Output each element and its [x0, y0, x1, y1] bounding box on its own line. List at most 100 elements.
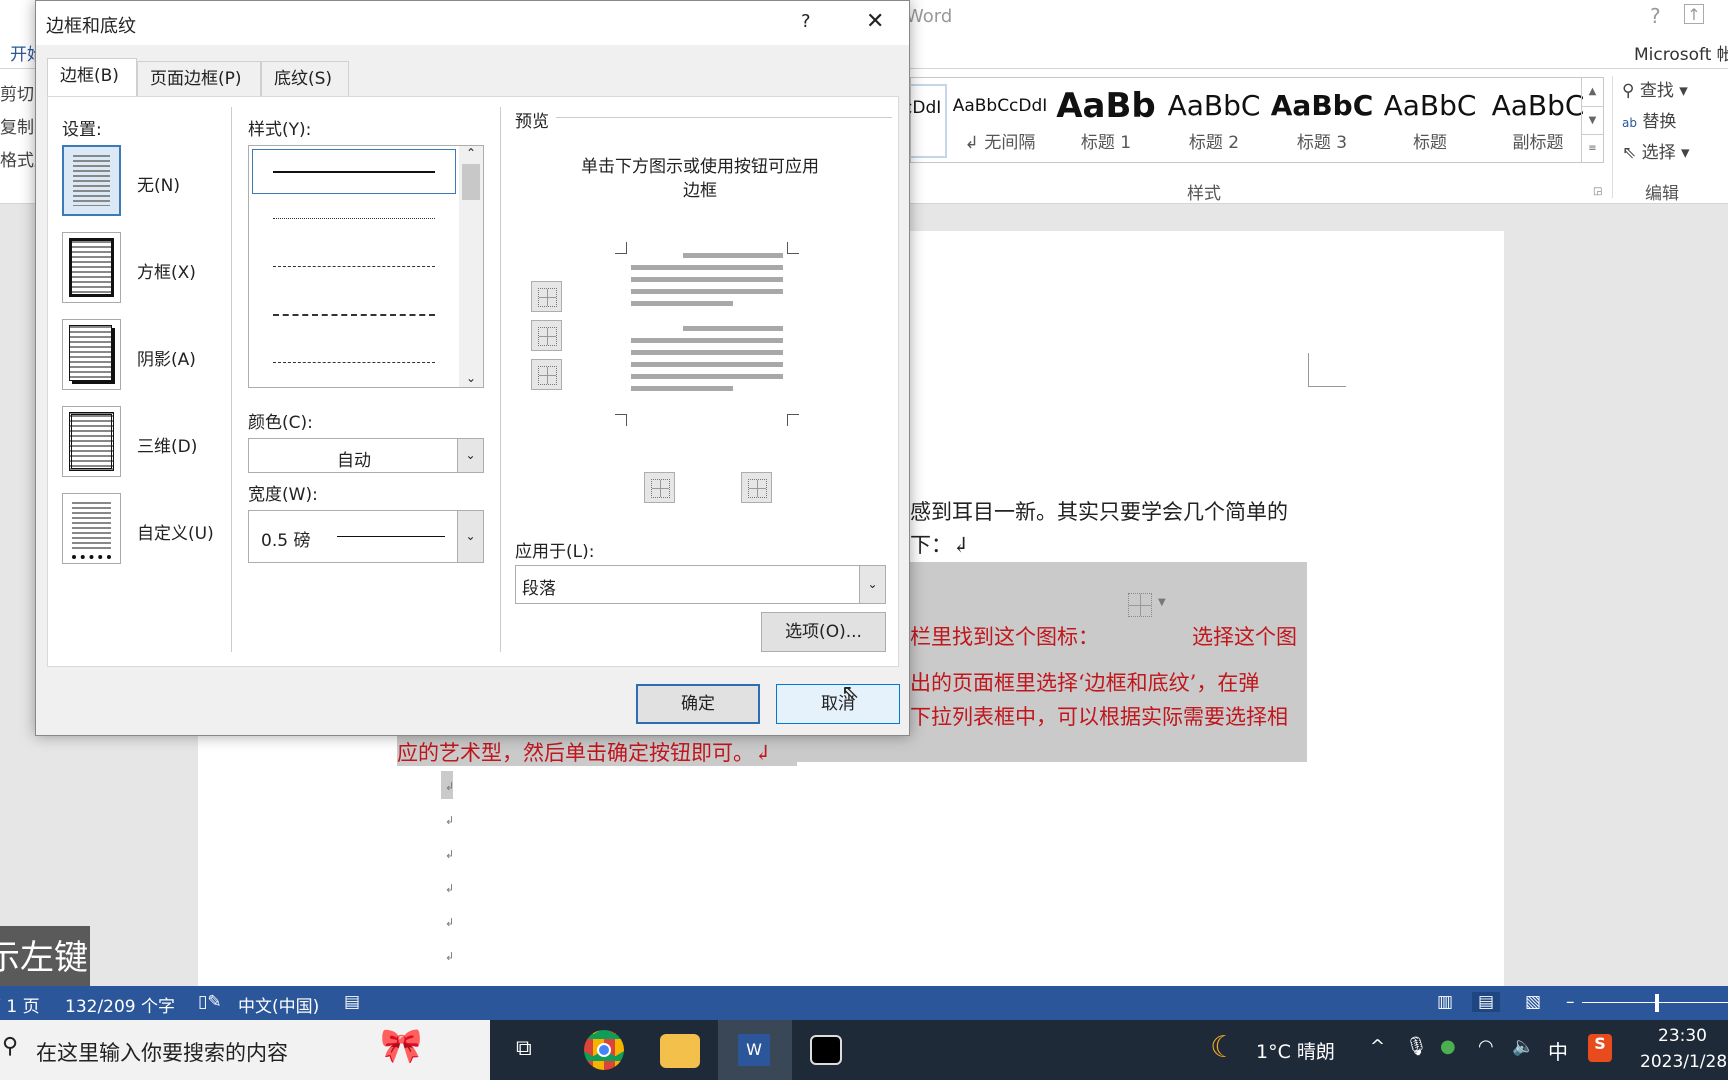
zoom-slider-thumb[interactable]: [1655, 994, 1659, 1012]
doc-red-text: 下拉列表框中，可以根据实际需要选择相: [910, 705, 1288, 729]
select-button[interactable]: ⇖ 选择 ▾: [1622, 138, 1690, 163]
help-icon[interactable]: ?: [1650, 4, 1661, 28]
cursor-icon: ⇖: [1622, 143, 1637, 163]
chevron-down-icon[interactable]: ⌄: [457, 511, 483, 562]
divider: [1612, 76, 1613, 198]
language-indicator[interactable]: 中文(中国): [238, 992, 319, 1017]
page-indicator[interactable]: 第 1 页: [0, 992, 40, 1017]
style-title[interactable]: AaBbC 标题: [1377, 84, 1483, 153]
right-border-button[interactable]: [741, 472, 772, 503]
sogou-icon[interactable]: S: [1588, 1034, 1612, 1062]
tab-borders[interactable]: 边框(B): [47, 58, 137, 97]
close-button[interactable]: ✕: [866, 9, 884, 34]
dropdown-arrow-icon: ▼: [1158, 597, 1166, 608]
setting-shadow-icon[interactable]: [62, 319, 121, 390]
style-option-dashed-fine[interactable]: [273, 266, 435, 267]
microphone-icon[interactable]: 🎙: [1405, 1036, 1428, 1057]
task-view-icon[interactable]: ⧉: [516, 1036, 532, 1061]
file-explorer-icon[interactable]: [660, 1034, 700, 1068]
inside-horizontal-border-button[interactable]: [531, 320, 562, 351]
wifi-icon[interactable]: ◠: [1478, 1036, 1494, 1057]
cut-button[interactable]: 剪切: [0, 80, 34, 105]
ime-indicator[interactable]: 中: [1548, 1036, 1568, 1065]
search-box[interactable]: ⚲ 在这里输入你要搜索的内容 🎀: [0, 1020, 490, 1080]
style-option-dotted[interactable]: [273, 218, 435, 219]
web-layout-icon[interactable]: ▧: [1525, 992, 1541, 1012]
help-button[interactable]: ?: [801, 11, 811, 32]
left-border-button[interactable]: [644, 472, 675, 503]
clock-date[interactable]: 2023/1/28: [1640, 1052, 1727, 1072]
zoom-out-button[interactable]: –: [1566, 992, 1575, 1012]
word-count[interactable]: 132/209 个字: [65, 992, 175, 1017]
style-label: 样式(Y):: [248, 120, 312, 140]
style-option-dash-dot[interactable]: [273, 362, 435, 363]
preview-label: 预览: [515, 112, 549, 132]
volume-icon[interactable]: 🔈: [1512, 1036, 1534, 1057]
setting-3d[interactable]: 三维(D): [137, 432, 197, 457]
tab-page-border[interactable]: 页面边框(P): [137, 61, 261, 97]
style-heading-3[interactable]: AaBbC 标题 3: [1269, 84, 1375, 153]
style-list-scrollbar[interactable]: ⌃ ⌄: [459, 146, 483, 387]
chevron-down-icon[interactable]: ⌄: [859, 566, 885, 603]
account-name[interactable]: Microsoft 帐: [1634, 40, 1728, 65]
wechat-icon[interactable]: ●: [1440, 1036, 1456, 1057]
top-border-button[interactable]: [531, 281, 562, 312]
setting-custom[interactable]: 自定义(U): [137, 519, 214, 544]
video-app-icon[interactable]: [810, 1035, 842, 1065]
proofing-icon[interactable]: ▯✎: [198, 992, 222, 1012]
cancel-button[interactable]: 取消: [776, 684, 900, 724]
setting-custom-icon[interactable]: [62, 493, 121, 564]
apply-to-dropdown[interactable]: 段落 ⌄: [515, 565, 886, 604]
weather-text[interactable]: 1°C 晴朗: [1256, 1037, 1335, 1064]
style-list[interactable]: ⌃ ⌄: [248, 145, 484, 388]
setting-none[interactable]: 无(N): [137, 171, 180, 196]
setting-shadow[interactable]: 阴影(A): [137, 345, 196, 370]
word-taskbar-button[interactable]: W: [718, 1020, 792, 1080]
style-option-dashed[interactable]: [273, 314, 435, 316]
gallery-more[interactable]: ≡: [1581, 134, 1603, 162]
paragraph-mark: ↲: [445, 950, 455, 963]
paragraph-mark: ↲: [445, 814, 455, 827]
setting-none-icon[interactable]: [62, 145, 121, 216]
setting-box[interactable]: 方框(X): [137, 258, 196, 283]
read-mode-icon[interactable]: ▥: [1437, 992, 1453, 1012]
border-preview[interactable]: [615, 242, 799, 426]
ribbon-display-icon[interactable]: ↑: [1684, 4, 1704, 24]
find-button[interactable]: ⚲ 查找 ▾: [1622, 76, 1688, 101]
preview-hint: 单击下方图示或使用按钮可应用: [581, 157, 819, 177]
style-heading-1[interactable]: AaBb 标题 1: [1053, 84, 1159, 153]
clock-time[interactable]: 23:30: [1658, 1026, 1707, 1046]
copy-button[interactable]: 复制: [0, 113, 34, 138]
paragraph-mark: ↲: [445, 916, 455, 929]
divider: [231, 107, 232, 652]
gallery-scroll-down[interactable]: ▼: [1581, 106, 1603, 134]
divider: [556, 117, 892, 118]
style-subtitle[interactable]: AaBbC 副标题: [1485, 84, 1591, 153]
chevron-up-icon[interactable]: ^: [1370, 1036, 1385, 1057]
ok-button[interactable]: 确定: [636, 684, 760, 724]
search-placeholder: 在这里输入你要搜索的内容: [36, 1041, 288, 1065]
bottom-border-button[interactable]: [531, 359, 562, 390]
style-option-solid[interactable]: [252, 149, 456, 194]
options-button[interactable]: 选项(O)...: [761, 612, 886, 652]
macro-icon[interactable]: ▤: [344, 992, 360, 1012]
replace-button[interactable]: ab 替换: [1622, 107, 1676, 132]
chrome-icon[interactable]: [584, 1030, 624, 1070]
color-label: 颜色(C):: [248, 413, 313, 433]
width-dropdown[interactable]: 0.5 磅 ⌄: [248, 510, 484, 563]
weather-moon-icon[interactable]: ☾: [1210, 1030, 1237, 1065]
gallery-scroll-up[interactable]: ▲: [1581, 78, 1603, 106]
setting-box-icon[interactable]: [62, 232, 121, 303]
style-no-spacing[interactable]: AaBbCcDdI ↲ 无间隔: [947, 84, 1053, 153]
search-highlight-icon: 🎀: [380, 1026, 423, 1066]
width-line-sample: [337, 536, 445, 537]
chevron-down-icon[interactable]: ⌄: [457, 439, 483, 472]
styles-dialog-launcher-icon[interactable]: ◲: [1593, 186, 1602, 197]
print-layout-icon[interactable]: ▤: [1472, 992, 1501, 1012]
color-dropdown[interactable]: 自动 ⌄: [248, 438, 484, 473]
style-heading-2[interactable]: AaBbC 标题 2: [1161, 84, 1267, 153]
tab-shading[interactable]: 底纹(S): [261, 61, 349, 97]
scroll-thumb: [462, 164, 480, 200]
setting-3d-icon[interactable]: [62, 406, 121, 477]
dialog-title-bar[interactable]: 边框和底纹 ? ✕: [36, 1, 909, 45]
